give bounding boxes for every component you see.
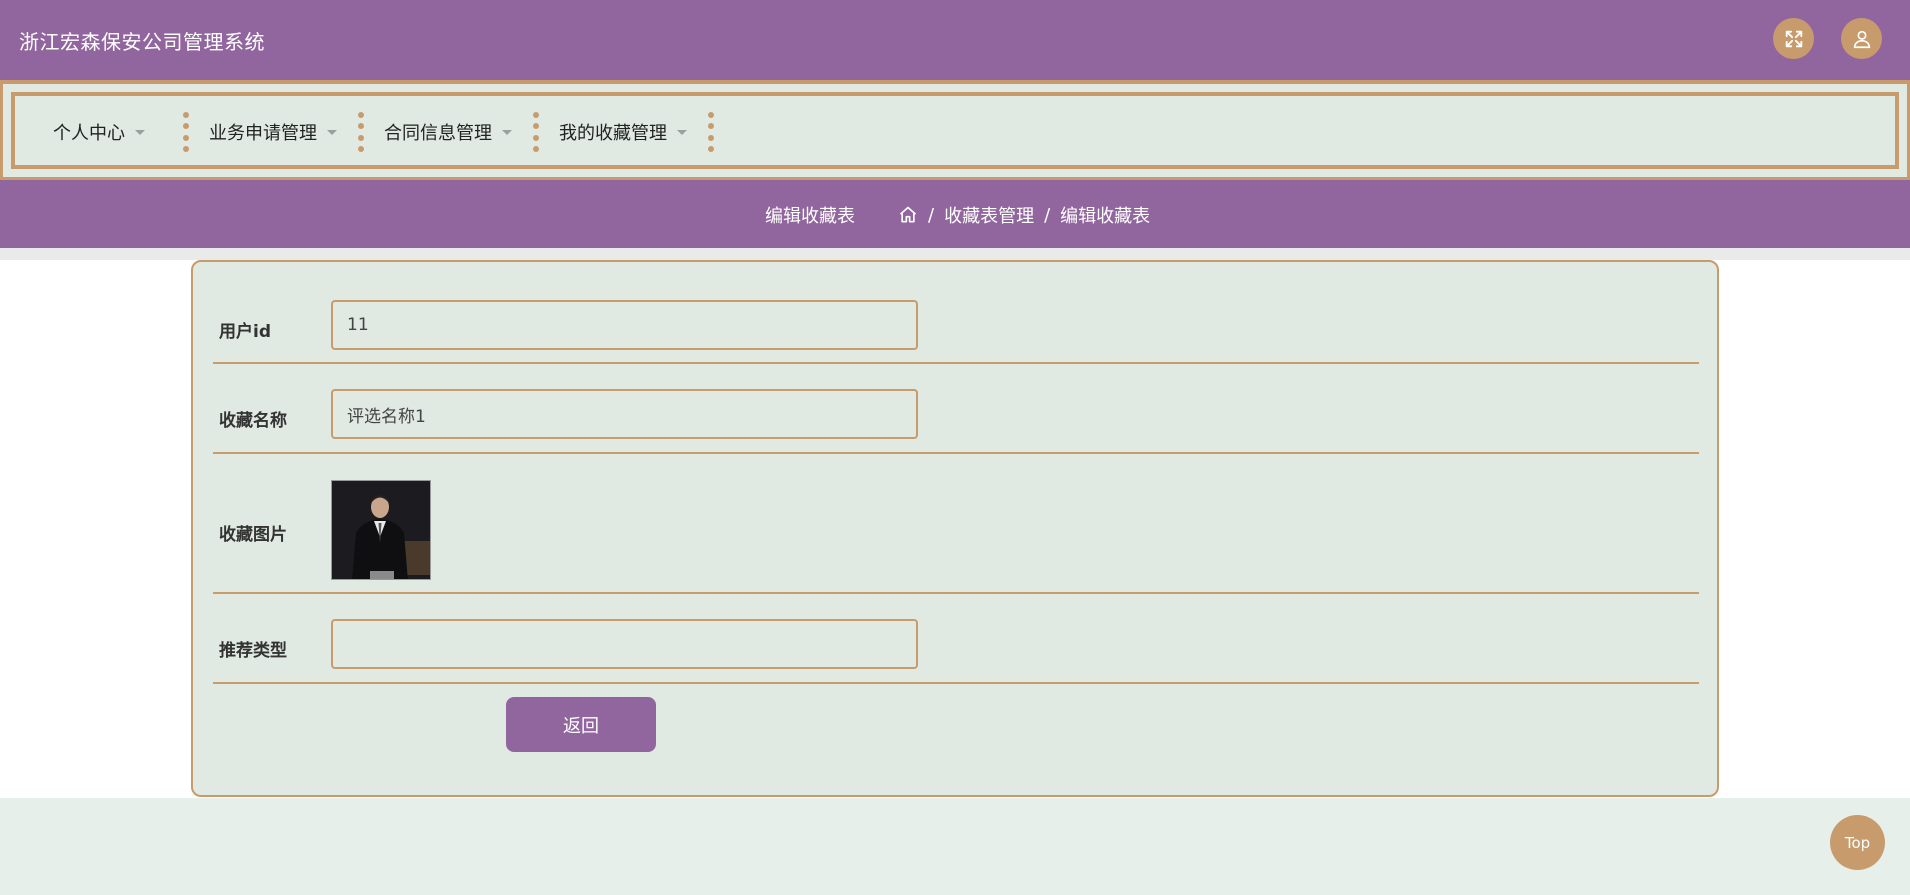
breadcrumb: / 收藏表管理 / 编辑收藏表	[898, 202, 1150, 228]
divider-strip	[0, 248, 1910, 260]
user-id-input[interactable]	[331, 300, 918, 350]
caret-down-icon	[327, 129, 337, 135]
app-title: 浙江宏森保安公司管理系统	[19, 30, 265, 54]
breadcrumb-separator: /	[1044, 204, 1051, 226]
field-label: 用户id	[219, 322, 271, 342]
recommend-type-input[interactable]	[331, 619, 918, 669]
person-photo	[332, 481, 430, 579]
form-row-favorite-image: 收藏图片	[213, 454, 1699, 594]
scroll-top-button[interactable]: Top	[1830, 815, 1885, 870]
nav-item-label: 个人中心	[53, 123, 125, 144]
nav-divider	[708, 112, 714, 152]
nav-item-my-favorites[interactable]: 我的收藏管理	[559, 119, 687, 145]
nav-item-personal-center[interactable]: 个人中心	[53, 119, 145, 145]
form-row-favorite-name: 收藏名称	[213, 364, 1699, 454]
field-label: 收藏名称	[219, 411, 287, 431]
breadcrumb-bar: 编辑收藏表 / 收藏表管理 / 编辑收藏表	[0, 180, 1910, 248]
nav-item-label: 业务申请管理	[209, 123, 317, 144]
top-header: 浙江宏森保安公司管理系统	[0, 0, 1910, 80]
home-icon[interactable]	[898, 205, 918, 225]
nav-divider	[533, 112, 539, 152]
expand-arrows-icon	[1785, 30, 1802, 47]
field-label: 推荐类型	[219, 641, 287, 661]
field-label: 收藏图片	[219, 525, 287, 545]
nav-item-label: 合同信息管理	[384, 123, 492, 144]
edit-form-panel: 用户id 收藏名称 收藏图片 推荐类型 返回	[191, 260, 1719, 797]
nav-item-label: 我的收藏管理	[559, 123, 667, 144]
nav-divider	[183, 112, 189, 152]
nav-item-business-application[interactable]: 业务申请管理	[209, 119, 337, 145]
fullscreen-button[interactable]	[1773, 18, 1814, 59]
nav-divider	[358, 112, 364, 152]
caret-down-icon	[135, 129, 145, 135]
breadcrumb-item-favorites-management[interactable]: 收藏表管理	[944, 202, 1034, 228]
user-icon	[1853, 30, 1870, 48]
back-button[interactable]: 返回	[506, 697, 656, 752]
breadcrumb-item-edit-favorites: 编辑收藏表	[1060, 206, 1151, 227]
favorite-name-input[interactable]	[331, 389, 918, 439]
user-button[interactable]	[1841, 18, 1882, 59]
page-title: 编辑收藏表	[765, 206, 855, 227]
caret-down-icon	[677, 129, 687, 135]
caret-down-icon	[502, 129, 512, 135]
breadcrumb-separator: /	[928, 204, 935, 226]
nav-item-contract-info[interactable]: 合同信息管理	[384, 119, 512, 145]
nav-bar: 个人中心 业务申请管理 合同信息管理 我的收藏管理	[0, 80, 1910, 180]
form-row-recommend-type: 推荐类型	[213, 594, 1699, 684]
favorite-image-thumbnail[interactable]	[331, 480, 431, 580]
form-row-user-id: 用户id	[213, 262, 1699, 364]
